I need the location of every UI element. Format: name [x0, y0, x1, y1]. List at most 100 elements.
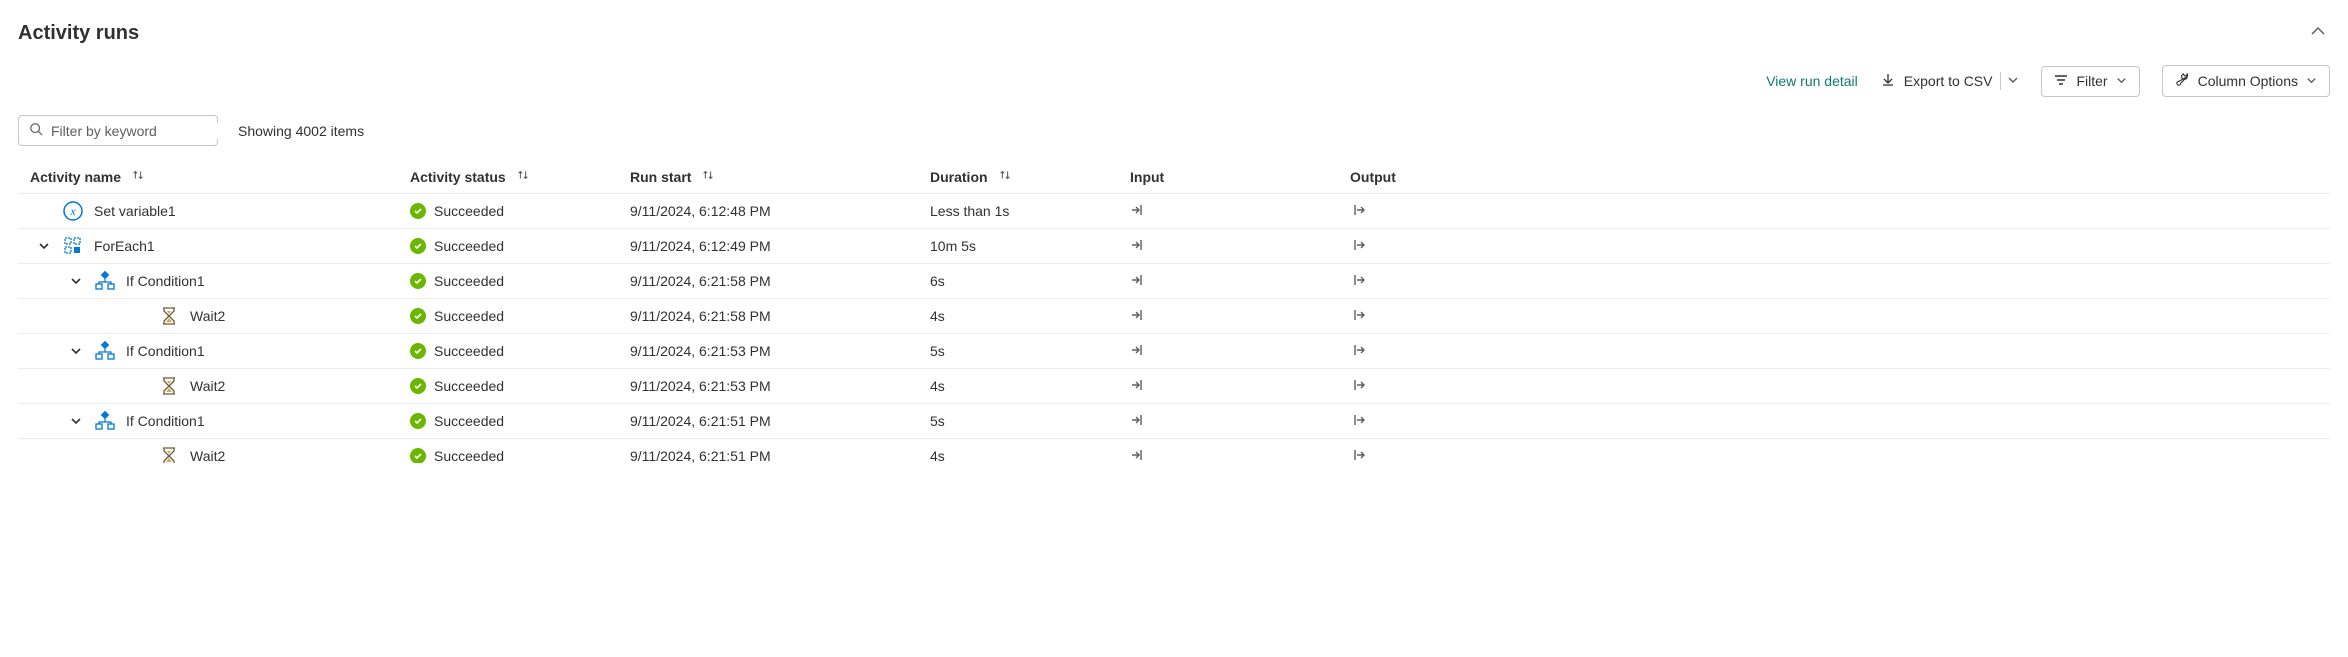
duration: 10m 5s: [930, 238, 1130, 254]
table-row[interactable]: Wait2Succeeded9/11/2024, 6:21:51 PM4s: [18, 439, 2330, 463]
activity-name: Wait2: [190, 378, 225, 394]
activity-name: If Condition1: [126, 343, 205, 359]
output-icon[interactable]: [1350, 345, 1366, 361]
output-icon[interactable]: [1350, 310, 1366, 326]
run-start: 9/11/2024, 6:21:58 PM: [630, 273, 930, 289]
input-icon[interactable]: [1130, 450, 1146, 464]
table-row[interactable]: If Condition1Succeeded9/11/2024, 6:21:51…: [18, 404, 2330, 439]
success-icon: [410, 378, 426, 394]
run-start: 9/11/2024, 6:21:51 PM: [630, 448, 930, 463]
input-icon[interactable]: [1130, 205, 1146, 221]
expand-chevron-icon[interactable]: [68, 413, 84, 429]
status-label: Succeeded: [434, 308, 504, 324]
sort-icon: [701, 168, 715, 185]
success-icon: [410, 203, 426, 219]
table-row[interactable]: If Condition1Succeeded9/11/2024, 6:21:58…: [18, 264, 2330, 299]
status-cell: Succeeded: [410, 378, 630, 394]
status-label: Succeeded: [434, 238, 504, 254]
col-label: Run start: [630, 169, 691, 185]
view-run-detail-link[interactable]: View run detail: [1766, 73, 1858, 89]
table-row[interactable]: ForEach1Succeeded9/11/2024, 6:12:49 PM10…: [18, 229, 2330, 264]
activity-name: Set variable1: [94, 203, 176, 219]
ifcond-icon: [94, 410, 116, 432]
col-activity-name[interactable]: Activity name: [30, 168, 410, 185]
run-start: 9/11/2024, 6:21:58 PM: [630, 308, 930, 324]
col-label: Input: [1130, 169, 1164, 185]
col-run-start[interactable]: Run start: [630, 168, 930, 185]
export-csv-button[interactable]: Export to CSV: [1880, 72, 2020, 91]
status-cell: Succeeded: [410, 238, 630, 254]
status-cell: Succeeded: [410, 308, 630, 324]
column-options-label: Column Options: [2198, 73, 2298, 89]
output-icon[interactable]: [1350, 240, 1366, 256]
status-label: Succeeded: [434, 448, 504, 463]
success-icon: [410, 308, 426, 324]
run-start: 9/11/2024, 6:21:53 PM: [630, 378, 930, 394]
table-row[interactable]: If Condition1 Succeeded 9/11/2024, 6:21:53…: [18, 334, 2330, 369]
success-icon: [410, 343, 426, 359]
sort-icon: [998, 168, 1012, 185]
col-label: Activity status: [410, 169, 506, 185]
divider: [2000, 72, 2001, 90]
input-icon[interactable]: [1130, 345, 1146, 361]
col-output[interactable]: Output: [1350, 168, 1570, 185]
status-cell: Succeeded: [410, 203, 630, 219]
success-icon: [410, 413, 426, 429]
search-box[interactable]: [18, 115, 218, 146]
filter-button[interactable]: Filter: [2041, 66, 2139, 97]
run-start: 9/11/2024, 6:21:53 PM: [630, 343, 930, 359]
column-options-button[interactable]: Column Options: [2162, 65, 2330, 97]
input-icon[interactable]: [1130, 380, 1146, 396]
collapse-panel-icon[interactable]: [2306, 20, 2330, 47]
expand-chevron-icon[interactable]: [68, 343, 84, 359]
table-row[interactable]: Wait2 Succeeded9/11/2024, 6:21:53 PM4s: [18, 369, 2330, 404]
table-row[interactable]: Set variable1 Succeeded9/11/2024, 6:12:48…: [18, 194, 2330, 229]
input-icon[interactable]: [1130, 415, 1146, 431]
ifcond-icon: [94, 340, 116, 362]
page-title: Activity runs: [18, 22, 139, 45]
sort-icon: [131, 168, 145, 185]
status-label: Succeeded: [434, 343, 504, 359]
output-icon[interactable]: [1350, 415, 1366, 431]
chevron-down-icon: [2116, 73, 2127, 89]
chevron-down-icon[interactable]: [2007, 73, 2019, 89]
run-start: 9/11/2024, 6:12:49 PM: [630, 238, 930, 254]
filter-label: Filter: [2076, 73, 2107, 89]
col-label: Activity name: [30, 169, 121, 185]
duration: 4s: [930, 308, 1130, 324]
input-icon[interactable]: [1130, 240, 1146, 256]
output-icon[interactable]: [1350, 275, 1366, 291]
table-header: Activity name Activity status Run start …: [18, 160, 2330, 193]
duration: 4s: [930, 378, 1130, 394]
success-icon: [410, 238, 426, 254]
output-icon[interactable]: [1350, 205, 1366, 221]
duration: 5s: [930, 413, 1130, 429]
status-label: Succeeded: [434, 273, 504, 289]
wrench-icon: [2175, 72, 2190, 90]
col-input[interactable]: Input: [1130, 168, 1350, 185]
input-icon[interactable]: [1130, 310, 1146, 326]
duration: 4s: [930, 448, 1130, 463]
output-icon[interactable]: [1350, 450, 1366, 464]
item-count: Showing 4002 items: [238, 123, 364, 139]
variable-icon: [62, 200, 84, 222]
activity-name: Wait2: [190, 308, 225, 324]
status-cell: Succeeded: [410, 343, 630, 359]
input-icon[interactable]: [1130, 275, 1146, 291]
success-icon: [410, 273, 426, 289]
table-row[interactable]: Wait2 Succeeded 9/11/2024, 6:21:58 PM4s: [18, 299, 2330, 334]
download-icon: [1880, 72, 1896, 91]
expand-chevron-icon[interactable]: [36, 238, 52, 254]
col-label: Output: [1350, 169, 1396, 185]
search-input[interactable]: [51, 123, 232, 139]
output-icon[interactable]: [1350, 380, 1366, 396]
duration: 6s: [930, 273, 1130, 289]
expand-chevron-icon[interactable]: [68, 273, 84, 289]
run-start: 9/11/2024, 6:12:48 PM: [630, 203, 930, 219]
duration: 5s: [930, 343, 1130, 359]
status-cell: Succeeded: [410, 413, 630, 429]
sort-icon: [516, 168, 530, 185]
col-activity-status[interactable]: Activity status: [410, 168, 630, 185]
wait-icon: [158, 305, 180, 327]
col-duration[interactable]: Duration: [930, 168, 1130, 185]
